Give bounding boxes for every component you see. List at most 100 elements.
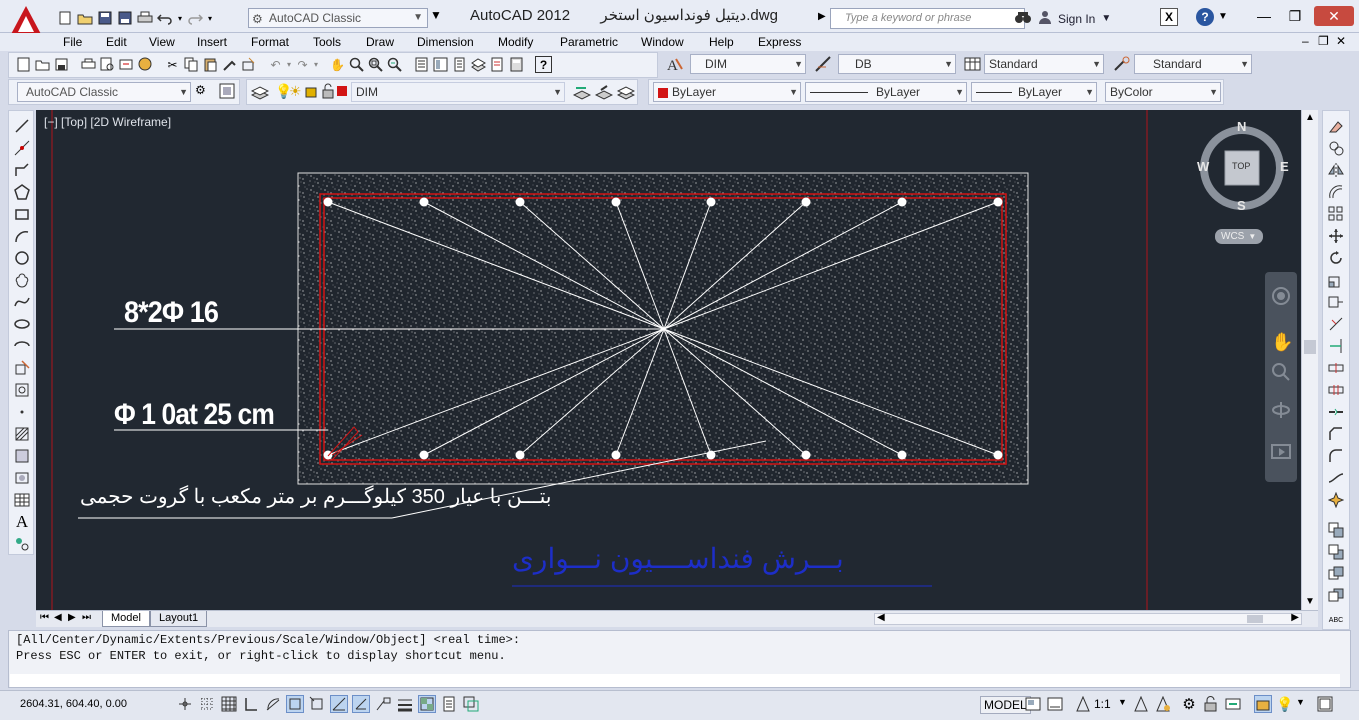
dynamic-ucs-icon[interactable] xyxy=(352,695,370,713)
multiline-text-icon[interactable]: A xyxy=(13,512,31,531)
rebar-bar[interactable] xyxy=(897,197,907,207)
layer-viewport-icon[interactable] xyxy=(305,83,319,102)
rebar-bar[interactable] xyxy=(515,197,525,207)
grid-display-icon[interactable] xyxy=(220,695,238,713)
scroll-up-icon[interactable]: ▲ xyxy=(1305,112,1315,123)
scroll-right-icon[interactable]: ▶ xyxy=(1291,612,1299,623)
orbit-icon[interactable] xyxy=(1271,400,1291,423)
join-icon[interactable] xyxy=(1327,403,1345,421)
draw-order-back-icon[interactable] xyxy=(1327,543,1345,561)
markup-icon[interactable] xyxy=(489,56,506,73)
maximize-button[interactable]: ❐ xyxy=(1283,6,1307,26)
plot-icon[interactable] xyxy=(80,56,97,73)
open-icon[interactable] xyxy=(76,9,94,27)
workspace-combo[interactable]: AutoCAD Classic ▼ xyxy=(17,82,191,102)
tab-layout1[interactable]: Layout1 xyxy=(150,611,208,627)
tool-palettes-icon[interactable] xyxy=(451,56,468,73)
rebar-bar[interactable] xyxy=(801,450,811,460)
selection-cycling-icon[interactable] xyxy=(462,695,480,713)
sign-in-area[interactable]: Sign In ▼ xyxy=(1014,10,1111,27)
doc-close-icon[interactable]: ✕ xyxy=(1336,34,1346,48)
redo-icon[interactable]: ↷ xyxy=(294,56,311,73)
pan-icon[interactable]: ✋ xyxy=(1271,332,1293,353)
save-icon[interactable] xyxy=(53,56,70,73)
snap-mode-icon[interactable] xyxy=(198,695,216,713)
match-properties-icon[interactable] xyxy=(221,56,238,73)
mleader-style-dropdown[interactable]: Standard ▼ xyxy=(1134,54,1252,74)
quick-properties-icon[interactable] xyxy=(440,695,458,713)
rebar-bar[interactable] xyxy=(611,450,621,460)
menu-express[interactable]: Express xyxy=(758,35,801,49)
toolbar-lock-icon[interactable] xyxy=(1202,695,1220,713)
annotation-scale-icon[interactable] xyxy=(1076,695,1090,713)
redo-icon[interactable] xyxy=(186,9,204,27)
next-tab-icon[interactable]: ▶ xyxy=(68,612,76,623)
hardware-acceleration-icon[interactable] xyxy=(1224,695,1242,713)
region-icon[interactable] xyxy=(13,469,31,487)
layer-lock-icon[interactable] xyxy=(321,83,335,102)
undo-dropdown-icon[interactable]: ▾ xyxy=(176,9,184,27)
hatch-icon[interactable] xyxy=(13,425,31,443)
arc-icon[interactable] xyxy=(13,227,31,245)
stretch-icon[interactable] xyxy=(1327,293,1345,311)
plotstyle-dropdown[interactable]: ByColor ▼ xyxy=(1105,82,1221,102)
command-input[interactable] xyxy=(10,674,1340,687)
vertical-scrollbar[interactable]: ▲ ▼ xyxy=(1301,110,1318,610)
polyline-icon[interactable] xyxy=(13,161,31,179)
move-icon[interactable] xyxy=(1327,227,1345,245)
linetype-dropdown[interactable]: ByLayer ▼ xyxy=(805,82,967,102)
help-icon[interactable]: ? xyxy=(535,56,552,73)
mirror-icon[interactable] xyxy=(1327,161,1345,179)
viewcube-top-face[interactable]: TOP xyxy=(1232,161,1250,171)
text-front-icon[interactable]: ABC xyxy=(1327,611,1345,629)
drawing-area[interactable] xyxy=(36,110,1301,610)
transparency-icon[interactable] xyxy=(418,695,436,713)
menu-file[interactable]: File xyxy=(63,35,82,49)
table-style-dropdown[interactable]: Standard ▼ xyxy=(984,54,1104,74)
quick-view-drawings-icon[interactable] xyxy=(1046,695,1064,713)
blend-curves-icon[interactable] xyxy=(1327,469,1345,487)
circle-icon[interactable] xyxy=(13,249,31,267)
bring-above-icon[interactable] xyxy=(1327,565,1345,583)
undo-icon[interactable]: ↶ xyxy=(267,56,284,73)
last-tab-icon[interactable]: ⏭ xyxy=(82,612,91,623)
break-icon[interactable] xyxy=(1327,381,1345,399)
zoom-previous-icon[interactable] xyxy=(386,56,403,73)
redo-dropdown-icon[interactable]: ▾ xyxy=(313,56,319,73)
lineweight-icon[interactable] xyxy=(396,695,414,713)
layer-thaw-icon[interactable]: ☀ xyxy=(289,83,302,100)
signin-dropdown-icon[interactable]: ▼ xyxy=(1101,13,1111,24)
text-style-icon[interactable]: A xyxy=(666,56,684,72)
menu-insert[interactable]: Insert xyxy=(197,35,227,49)
layer-dropdown[interactable]: DIM ▼ xyxy=(351,82,565,102)
scale-dropdown-icon[interactable]: ▼ xyxy=(1118,697,1127,707)
annotation-scale-value[interactable]: 1:1 xyxy=(1094,697,1111,711)
publish-icon[interactable] xyxy=(118,56,135,73)
menu-window[interactable]: Window xyxy=(641,35,684,49)
steering-wheel-icon[interactable] xyxy=(1271,286,1291,309)
cut-icon[interactable]: ✂ xyxy=(164,56,181,73)
annotation-visibility-icon[interactable] xyxy=(1132,695,1150,713)
quickcalc-icon[interactable] xyxy=(508,56,525,73)
search-expand-icon[interactable]: ▶ xyxy=(818,11,826,22)
color-dropdown[interactable]: ByLayer ▼ xyxy=(653,82,801,102)
lightbulb-icon[interactable]: 💡 xyxy=(1276,695,1294,713)
horizontal-scroll-thumb[interactable] xyxy=(1247,615,1263,623)
dimstyle-dropdown[interactable]: DIM ▼ xyxy=(690,54,806,74)
save-icon[interactable] xyxy=(96,9,114,27)
help-icon[interactable]: ? xyxy=(1196,8,1214,26)
gradient-icon[interactable] xyxy=(13,447,31,465)
insert-block-icon[interactable] xyxy=(13,359,31,377)
layer-state-icon[interactable] xyxy=(616,84,636,104)
menu-view[interactable]: View xyxy=(149,35,175,49)
sheet-set-icon[interactable] xyxy=(470,56,487,73)
tab-model[interactable]: Model xyxy=(102,611,150,627)
rebar-bar[interactable] xyxy=(897,450,907,460)
spline-icon[interactable] xyxy=(13,293,31,311)
save-as-icon[interactable] xyxy=(116,9,134,27)
layer-previous-icon[interactable] xyxy=(594,84,614,104)
lineweight-dropdown[interactable]: ByLayer ▼ xyxy=(971,82,1097,102)
rotate-icon[interactable] xyxy=(1327,249,1345,267)
auto-scale-icon[interactable] xyxy=(1154,695,1172,713)
explode-icon[interactable] xyxy=(1327,491,1345,509)
